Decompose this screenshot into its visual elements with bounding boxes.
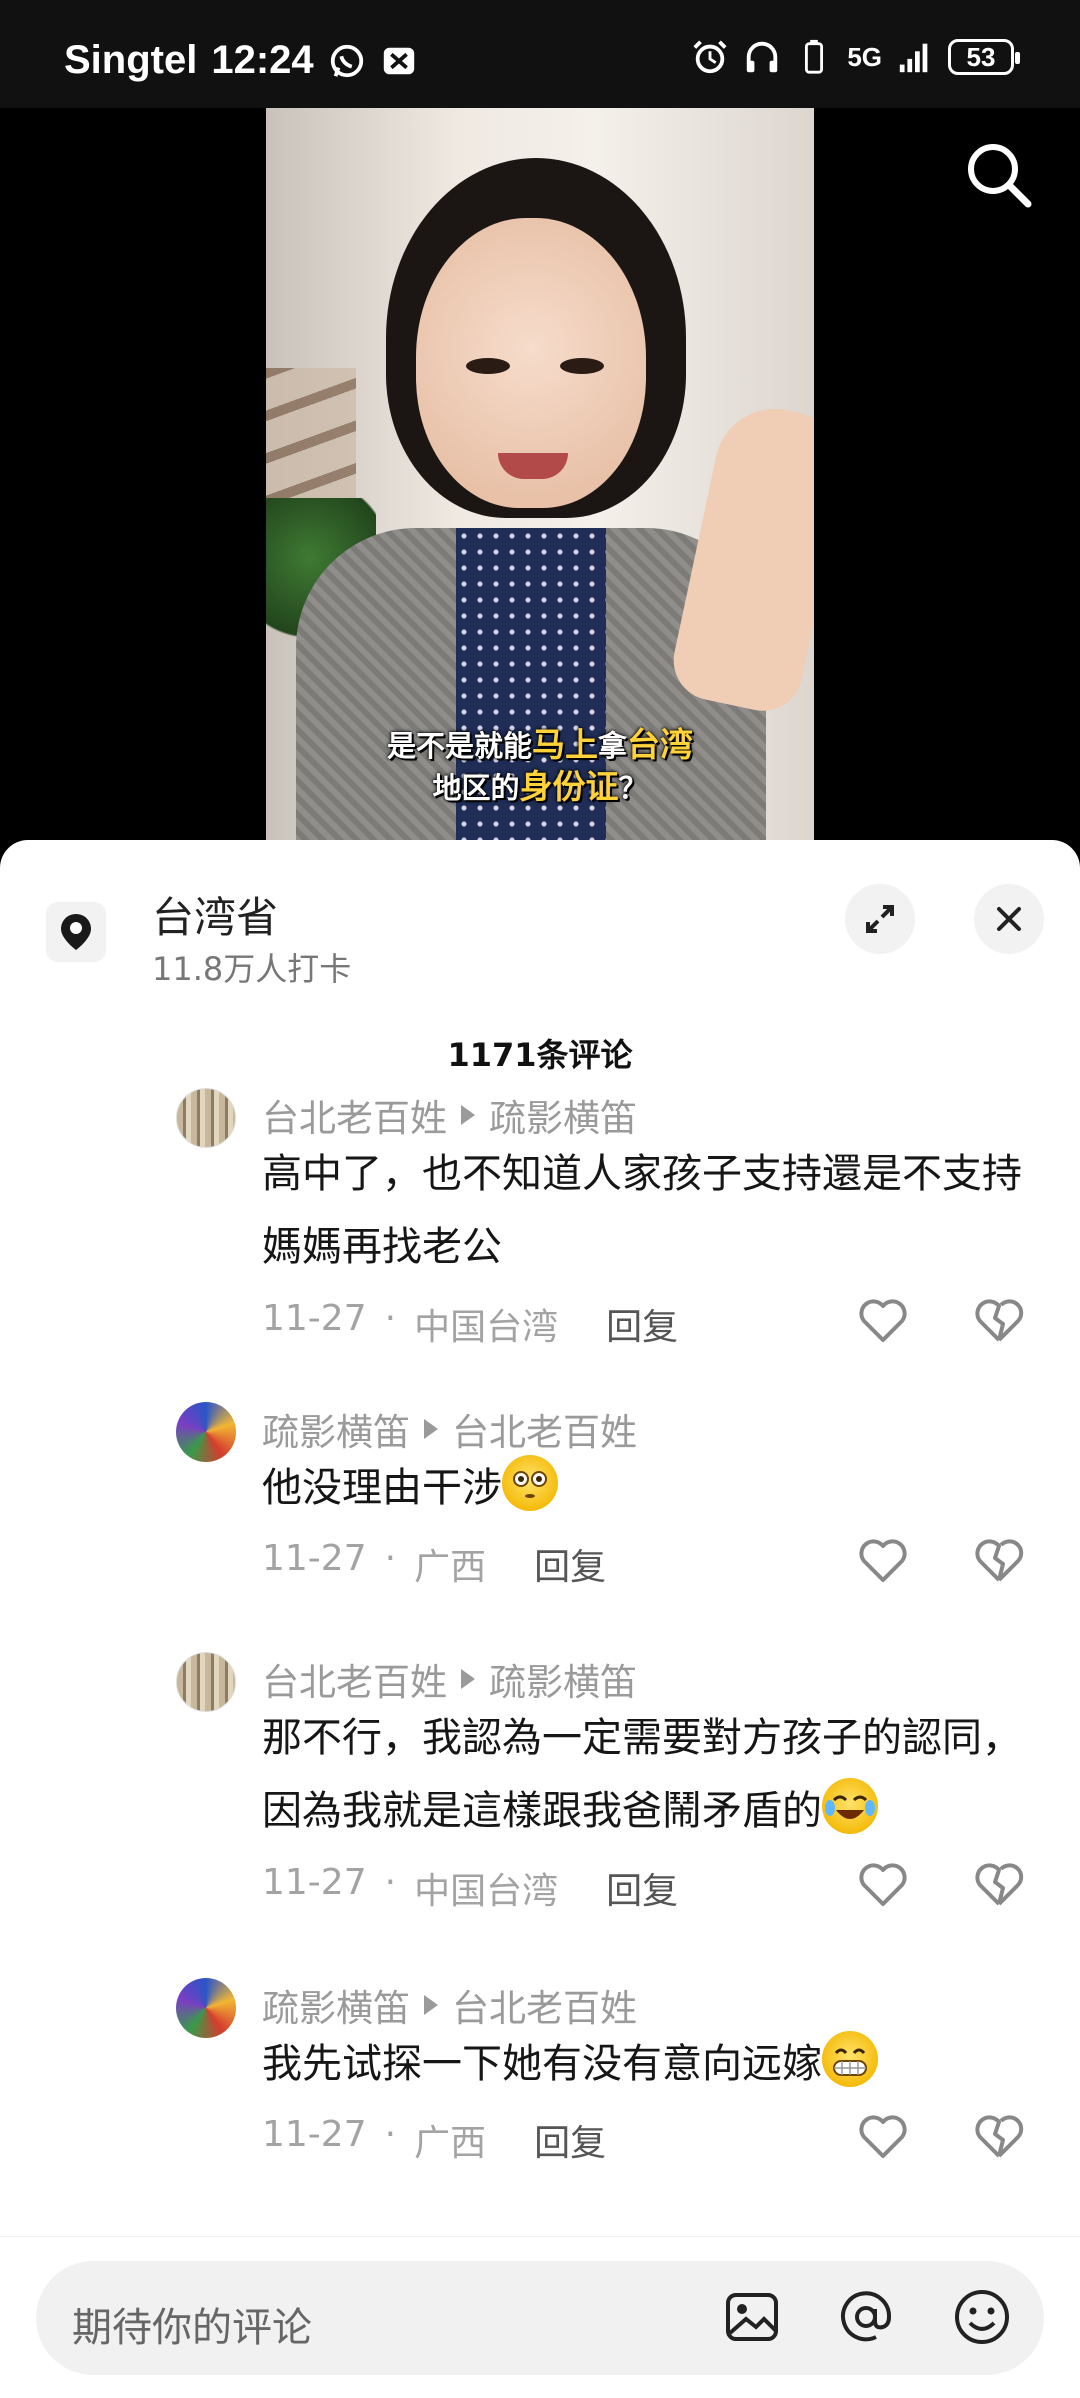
- video-caption-line1: 是不是就能马上拿台湾: [266, 718, 814, 766]
- comment-authors: 台北老百姓 疏影横笛: [262, 1652, 637, 1706]
- alarm-icon: [693, 40, 727, 74]
- comment-text: 他没理由干涉: [262, 1452, 1032, 1525]
- comment-date: 11-27: [262, 1298, 367, 1339]
- comment-authors: 疏影横笛 台北老百姓: [262, 1402, 637, 1456]
- caption-text: ？: [618, 771, 648, 805]
- close-button[interactable]: [974, 884, 1044, 954]
- avatar[interactable]: [176, 1088, 236, 1148]
- comment-region: 中国台湾: [414, 1307, 559, 1348]
- reply-arrow-icon: [461, 1105, 475, 1125]
- comment-text: 高中了，也不知道人家孩子支持還是不支持媽媽再找老公: [262, 1151, 1022, 1270]
- reply-arrow-icon: [424, 1995, 438, 2015]
- battery-level: 53: [966, 41, 996, 72]
- dislike-icon[interactable]: [974, 2112, 1024, 2162]
- signal-icon: [899, 43, 928, 73]
- battery-icon: 53: [948, 39, 1020, 75]
- flushed-face-icon: [502, 1455, 558, 1511]
- device-battery-icon: [805, 39, 824, 74]
- like-icon[interactable]: [858, 1536, 908, 1586]
- comment-input-placeholder: 期待你的评论: [72, 2305, 312, 2351]
- comment-date: 11-27: [262, 1538, 367, 1579]
- notification-x-icon: [383, 47, 414, 74]
- comment-text: 那不行，我認為一定需要對方孩子的認同，因為我就是這樣跟我爸鬧矛盾的: [262, 1702, 1032, 1848]
- video-person-eye: [466, 358, 510, 374]
- comment-date: 11-27: [262, 1862, 367, 1903]
- comment-text-body: 那不行，我認為一定需要對方孩子的認同，因為我就是這樣跟我爸鬧矛盾的: [262, 1715, 1022, 1834]
- status-bar: Singtel 12:24 5G 53: [0, 0, 1080, 108]
- close-icon: [997, 907, 1021, 931]
- avatar[interactable]: [176, 1978, 236, 2038]
- video-player[interactable]: 是不是就能马上拿台湾 地区的身份证？: [266, 108, 814, 840]
- location-pin-icon[interactable]: [46, 902, 106, 962]
- like-icon[interactable]: [858, 1860, 908, 1910]
- avatar[interactable]: [176, 1652, 236, 1712]
- comment-author[interactable]: 疏影横笛: [262, 1402, 410, 1456]
- whatsapp-icon: [330, 44, 363, 77]
- video-person-eye: [560, 358, 604, 374]
- comment-count: 1171条评论: [447, 1036, 633, 1074]
- comment-author[interactable]: 台北老百姓: [262, 1088, 447, 1142]
- comment-input-bar: 期待你的评论: [0, 2236, 1080, 2398]
- network-type: 5G: [847, 41, 882, 72]
- comment-authors: 台北老百姓 疏影横笛: [262, 1088, 637, 1142]
- status-left: Singtel 12:24: [64, 38, 418, 83]
- caption-highlight: 马上: [532, 725, 598, 764]
- caption-highlight: 身份证: [519, 767, 619, 806]
- emoji-icon[interactable]: [952, 2287, 1012, 2347]
- caption-text: 是不是就能: [386, 729, 532, 763]
- comment-reply-to[interactable]: 疏影横笛: [489, 1088, 637, 1142]
- comment-input[interactable]: 期待你的评论: [36, 2261, 1044, 2375]
- comment-meta: 11-27 · 中国台湾 回复: [262, 1862, 679, 1914]
- comment-reply-to[interactable]: 台北老百姓: [452, 1402, 637, 1456]
- caption-text: 地区的: [432, 771, 520, 805]
- grinning-face-icon: [822, 2031, 878, 2087]
- reply-button[interactable]: 回复: [606, 1298, 678, 1350]
- carrier-label: Singtel: [64, 38, 198, 82]
- comment-authors: 疏影横笛 台北老百姓: [262, 1978, 637, 2032]
- image-icon[interactable]: [722, 2287, 782, 2347]
- reply-arrow-icon: [461, 1669, 475, 1689]
- headphones-icon: [747, 41, 778, 73]
- map-pin-icon: [61, 914, 91, 950]
- caption-highlight: 台湾: [627, 725, 694, 764]
- comment-meta: 11-27 · 广西 回复: [262, 1538, 607, 1590]
- expand-button[interactable]: [845, 884, 915, 954]
- reply-button[interactable]: 回复: [606, 1862, 678, 1914]
- status-right: 5G 53: [691, 38, 1020, 76]
- caption-text: 拿: [598, 729, 628, 763]
- search-icon[interactable]: [962, 138, 1036, 212]
- reply-button[interactable]: 回复: [534, 2114, 606, 2166]
- clock: 12:24: [211, 38, 314, 82]
- comment-reply-to[interactable]: 台北老百姓: [452, 1978, 637, 2032]
- dislike-icon[interactable]: [974, 1296, 1024, 1346]
- comment-text: 我先试探一下她有没有意向远嫁: [262, 2028, 1032, 2101]
- reply-arrow-icon: [424, 1419, 438, 1439]
- comment-date: 11-27: [262, 2114, 367, 2155]
- comment-author[interactable]: 疏影横笛: [262, 1978, 410, 2032]
- location-checkins: 11.8万人打卡: [152, 950, 352, 988]
- comment-meta: 11-27 · 中国台湾 回复: [262, 1298, 679, 1350]
- avatar[interactable]: [176, 1402, 236, 1462]
- comment-text-body: 他没理由干涉: [262, 1465, 502, 1511]
- comment-text-body: 我先试探一下她有没有意向远嫁: [262, 2041, 822, 2087]
- dislike-icon[interactable]: [974, 1536, 1024, 1586]
- video-caption-line2: 地区的身份证？: [266, 760, 814, 808]
- comment-author[interactable]: 台北老百姓: [262, 1652, 447, 1706]
- like-icon[interactable]: [858, 2112, 908, 2162]
- dislike-icon[interactable]: [974, 1860, 1024, 1910]
- expand-icon: [866, 905, 894, 933]
- comment-reply-to[interactable]: 疏影横笛: [489, 1652, 637, 1706]
- like-icon[interactable]: [858, 1296, 908, 1346]
- rofl-face-icon: [822, 1778, 878, 1834]
- comment-region: 广西: [414, 1547, 487, 1588]
- comment-region: 中国台湾: [414, 1871, 559, 1912]
- comment-sheet: 台湾省 11.8万人打卡 1171条评论 台北老百姓 疏影横笛 高中了，也不知道…: [0, 840, 1080, 2397]
- mention-icon[interactable]: [836, 2287, 896, 2347]
- reply-button[interactable]: 回复: [534, 1538, 606, 1590]
- comment-region: 广西: [414, 2123, 487, 2164]
- comment-meta: 11-27 · 广西 回复: [262, 2114, 607, 2166]
- location-title[interactable]: 台湾省: [152, 884, 278, 945]
